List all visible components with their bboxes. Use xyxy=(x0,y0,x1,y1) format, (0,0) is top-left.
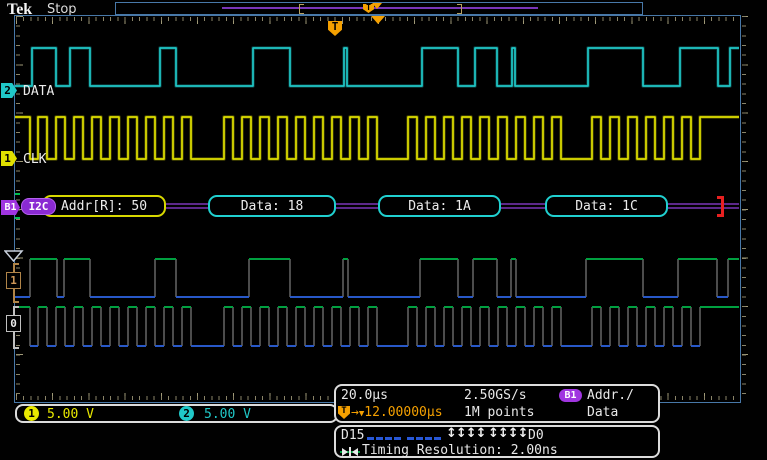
d-activity-arrows-icon: ↕↕↕↕ xyxy=(446,426,486,441)
d1-label: 1 xyxy=(6,272,21,289)
timebase-value: 20.0µs xyxy=(341,388,388,403)
bus-decode-data-box-3: Data: 1C xyxy=(545,195,668,217)
record-length-value: 1M points xyxy=(464,405,534,420)
sample-rate-value: 2.50GS/s xyxy=(464,388,527,403)
bus-end-bracket-icon xyxy=(717,196,724,217)
graticule-ticks-right-minor xyxy=(742,16,746,400)
bus-level-dot-bottom xyxy=(15,217,20,219)
d-activity-arrows-icon: ↕↕↕↕ xyxy=(488,426,528,441)
d-low-bar xyxy=(367,437,374,440)
channel1-label: CLK xyxy=(23,152,46,167)
d-low-bar xyxy=(425,437,432,440)
timing-resolution-icon xyxy=(340,446,360,457)
record-trigger-position-icon xyxy=(372,3,382,9)
channel2-scale: 5.00 V xyxy=(204,407,251,422)
trigger-position-value: →▼12.00000µs xyxy=(351,405,443,420)
d0-label: 0 xyxy=(6,315,21,332)
d-low-bar xyxy=(407,437,414,440)
d-low-bar xyxy=(385,437,392,440)
channel2-circle-badge: 2 xyxy=(179,406,194,421)
digital-position-icon xyxy=(4,250,24,263)
digital-readout: D15 ↕↕↕↕ ↕↕↕↕ D0 Timing Resolution: 2.00… xyxy=(334,425,660,458)
horizontal-readout: 20.0µs 2.50GS/s B1 Addr./ T →▼12.00000µs… xyxy=(334,384,660,423)
record-view-close-bracket xyxy=(457,4,462,14)
channel1-circle-badge: 1 xyxy=(24,406,39,421)
bus-decode-data-box-2: Data: 1A xyxy=(378,195,501,217)
d-low-bar xyxy=(394,437,401,440)
bus-readout-line2: Data xyxy=(587,405,618,420)
bus-readout-line1: Addr./ xyxy=(587,388,634,403)
timing-resolution-value: Timing Resolution: 2.00ns xyxy=(362,443,558,458)
bus-level-dot-top xyxy=(15,193,20,195)
trigger-arrow-icon: → xyxy=(351,405,359,420)
bus-type-pill: I2C xyxy=(21,198,56,215)
trigger-t-small-icon: T xyxy=(338,406,350,419)
trigger-time: 12.00000µs xyxy=(364,405,442,420)
record-view-bar: T xyxy=(115,2,643,15)
d-low-bar xyxy=(416,437,423,440)
vertical-scale-readout: 1 5.00 V 2 5.00 V xyxy=(15,404,338,423)
oscilloscope-screen: Tek Stop T T 2 DATA 1 CLK B1 I2C Addr[R]… xyxy=(0,0,767,460)
record-view-open-bracket xyxy=(299,4,304,14)
bus-decode-data-box-1: Data: 18 xyxy=(208,195,336,217)
d-low-bar xyxy=(434,437,441,440)
bus1-readout-badge: B1 xyxy=(559,389,582,402)
d0-label-readout: D0 xyxy=(528,428,544,443)
d15-label: D15 xyxy=(341,428,364,443)
trigger-position-icon xyxy=(371,16,385,24)
d-low-bar xyxy=(376,437,383,440)
bus-decode-address-box: Addr[R]: 50 xyxy=(42,195,166,217)
channel2-label: DATA xyxy=(23,84,54,99)
channel1-scale: 5.00 V xyxy=(47,407,94,422)
